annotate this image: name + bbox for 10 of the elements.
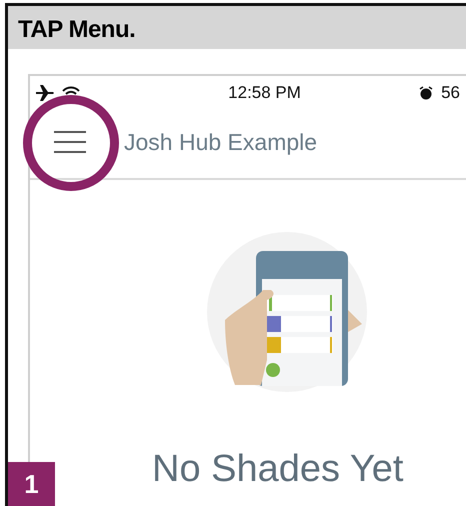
battery-percentage: 56 bbox=[441, 82, 460, 104]
menu-icon bbox=[54, 130, 86, 153]
menu-button[interactable] bbox=[54, 130, 86, 154]
step-number: 1 bbox=[8, 462, 55, 506]
airplane-icon bbox=[36, 84, 54, 100]
alarm-clock-icon bbox=[419, 86, 434, 100]
status-time: 12:58 PM bbox=[227, 82, 302, 104]
page-heading: TAP Menu. bbox=[8, 6, 466, 49]
empty-state-message: No Shades Yet bbox=[152, 449, 404, 491]
app-title: Josh Hub Example bbox=[124, 128, 318, 157]
